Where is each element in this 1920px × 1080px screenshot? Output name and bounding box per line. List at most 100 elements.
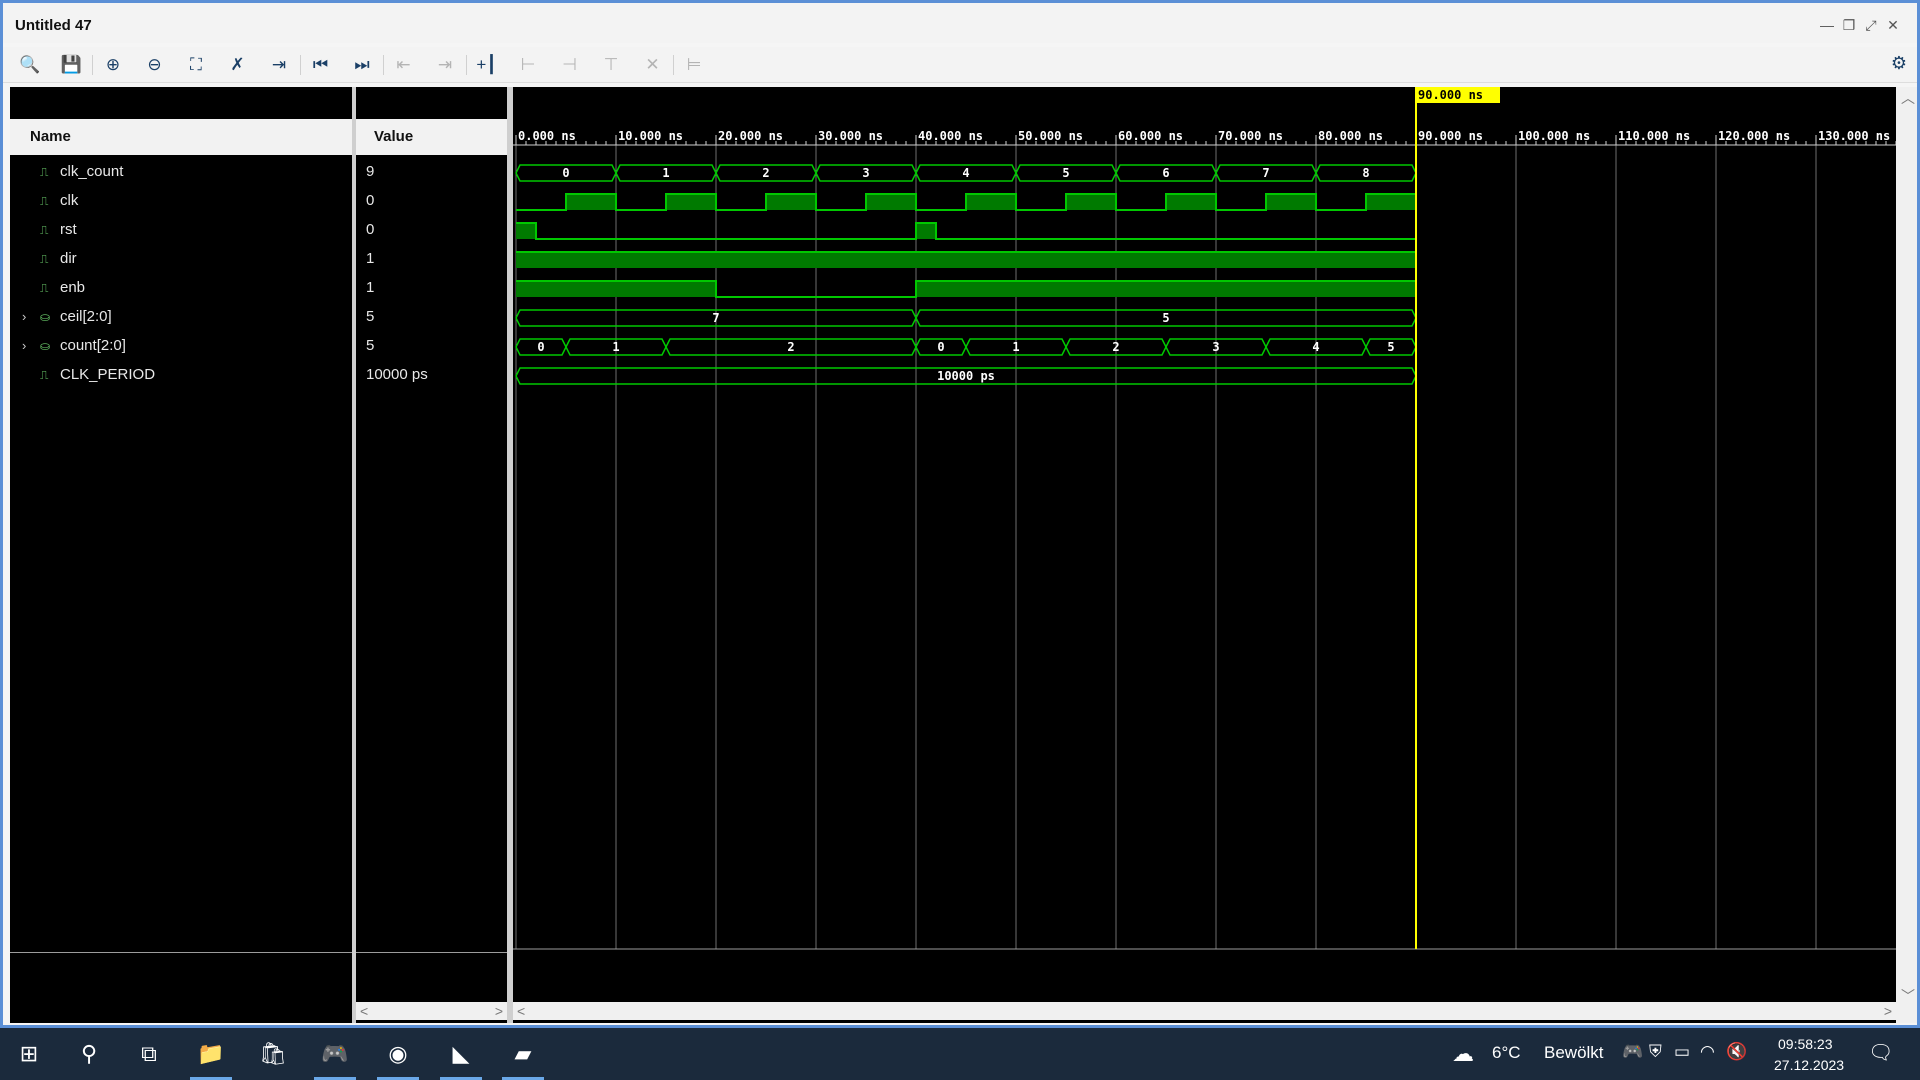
gear-icon[interactable]: ⚙ — [1891, 53, 1907, 74]
weather-cloud-icon[interactable]: ☁ — [1452, 1041, 1474, 1067]
maximize-button[interactable]: ⤢ — [1861, 17, 1881, 33]
task-view-icon[interactable]: ⧉ — [126, 1034, 172, 1074]
scroll-right-icon[interactable]: > — [495, 1002, 503, 1020]
scroll-left-icon[interactable]: < — [360, 1002, 368, 1020]
name-column-header[interactable]: Name — [10, 119, 352, 155]
zoom-in-icon[interactable]: ⊕ — [100, 53, 126, 77]
toolbar-separator — [299, 55, 301, 75]
save-icon[interactable]: 💾 — [59, 53, 85, 77]
signal-value: 1 — [366, 250, 375, 267]
time-tick-label: 30.000 ns — [818, 129, 883, 143]
signal-name: enb — [60, 279, 86, 296]
bus-value-label: 1 — [1012, 340, 1019, 354]
bus-signal-icon: ⛀ — [40, 339, 51, 353]
discord-tray-icon[interactable]: 🎮 — [1622, 1042, 1643, 1062]
weather-desc[interactable]: Bewölkt — [1544, 1043, 1604, 1063]
signal-row-count20[interactable]: ⛀ count[2:0] — [40, 331, 126, 360]
name-pane: Name ⎍ clk_count ⎍ clk ⎍ rst ⎍ dir ⎍ enb ⛀ ceil[2:0… — [10, 87, 352, 1023]
waveform-canvas[interactable]: 0.000 ns 10.000 ns 20.000 ns 30.000 ns 40.00… — [513, 87, 1897, 1023]
next-transition-icon[interactable]: ⇥ — [432, 53, 458, 77]
signal-row-enb[interactable]: ⎍ enb — [40, 273, 85, 302]
time-tick-label: 130.000 ns — [1818, 129, 1890, 143]
next-marker-icon[interactable]: ⊣ — [557, 53, 583, 77]
signal-name: count[2:0] — [60, 337, 126, 354]
value-column-header[interactable]: Value — [356, 119, 507, 155]
signal-row-dir[interactable]: ⎍ dir — [40, 244, 77, 273]
time-tick-label: 110.000 ns — [1618, 129, 1690, 143]
bus-value-label: 0 — [562, 166, 569, 180]
snap-icon[interactable]: ⊨ — [681, 53, 707, 77]
prev-marker-icon[interactable]: ⊢ — [515, 53, 541, 77]
signal-row-ceil20[interactable]: ⛀ ceil[2:0] — [40, 302, 112, 331]
bus-value-label: 4 — [962, 166, 969, 180]
discord-icon[interactable]: 🎮 — [312, 1034, 358, 1080]
system-tray: ☁ 6°C Bewölkt 🎮 ⛨ ▭ ◠ 🔇 09:58:23 27.12.2… — [1452, 1028, 1920, 1080]
bit-high-fill — [516, 223, 536, 239]
go-to-end-icon[interactable]: ⏭ — [349, 53, 375, 77]
wifi-icon[interactable]: ◠ — [1700, 1042, 1715, 1062]
signal-value: 0 — [366, 221, 375, 238]
swap-cursors-icon[interactable]: ⊤ — [598, 53, 624, 77]
clock-time[interactable]: 09:58:23 — [1778, 1036, 1833, 1052]
restore-button[interactable]: ❐ — [1839, 17, 1859, 33]
bus-value-label: 7 — [1262, 166, 1269, 180]
battery-icon[interactable]: ▭ — [1674, 1042, 1690, 1062]
pane-divider — [356, 952, 507, 953]
bit-high-fill — [866, 194, 916, 210]
scroll-down-icon[interactable]: ﹀ — [1901, 987, 1915, 1005]
waveform-hscrollbar[interactable]: < > — [513, 1002, 1896, 1020]
prev-transition-icon[interactable]: ⇤ — [391, 53, 417, 77]
zoom-out-icon[interactable]: ⊖ — [142, 53, 168, 77]
waveform-svg[interactable]: 0.000 ns 10.000 ns 20.000 ns 30.000 ns 40.00… — [513, 87, 1897, 1023]
zoom-fit-icon[interactable]: ⛶ — [183, 53, 209, 77]
bus-value-label: 0 — [537, 340, 544, 354]
amd-vivado-icon[interactable]: ◣ — [438, 1034, 484, 1080]
scalar-signal-icon: ⎍ — [40, 281, 49, 295]
scroll-up-icon[interactable]: ︿ — [1901, 89, 1915, 107]
signal-row-clk[interactable]: ⎍ clk — [40, 186, 78, 215]
signal-value: 1 — [366, 279, 375, 296]
time-tick-label: 50.000 ns — [1018, 129, 1083, 143]
bus-value-label: 6 — [1162, 166, 1169, 180]
time-tick-label: 10.000 ns — [618, 129, 683, 143]
signal-name: clk — [60, 192, 79, 209]
scroll-left-icon[interactable]: < — [517, 1002, 525, 1020]
chrome-icon[interactable]: ◉ — [375, 1034, 421, 1080]
scroll-right-icon[interactable]: > — [1884, 1002, 1892, 1020]
notifications-icon[interactable]: 🗨 — [1868, 1040, 1893, 1065]
add-marker-icon[interactable]: +┃ — [474, 53, 500, 77]
minimize-button[interactable]: — — [1817, 17, 1837, 33]
clock-date[interactable]: 27.12.2023 — [1774, 1057, 1844, 1073]
weather-temp[interactable]: 6°C — [1492, 1043, 1521, 1063]
time-tick-label: 40.000 ns — [918, 129, 983, 143]
document-viewer-icon[interactable]: ▰ — [500, 1034, 546, 1080]
search-icon[interactable]: 🔍 — [17, 53, 43, 77]
value-hscrollbar[interactable]: < > — [356, 1002, 507, 1020]
time-tick-label: 0.000 ns — [518, 129, 576, 143]
bus-value-label: 8 — [1362, 166, 1369, 180]
time-tick-label: 120.000 ns — [1718, 129, 1790, 143]
go-to-start-icon[interactable]: ⏮ — [308, 53, 334, 77]
signal-name: dir — [60, 250, 77, 267]
signal-row-clkcount[interactable]: ⎍ clk_count — [40, 157, 123, 186]
microsoft-store-icon[interactable]: 🛍 — [250, 1034, 296, 1074]
windows-start-icon[interactable]: ⊞ — [6, 1034, 52, 1074]
expand-chevron-icon[interactable]: › — [22, 309, 26, 324]
security-icon[interactable]: ⛨ — [1649, 1042, 1662, 1062]
waveform-vscrollbar[interactable]: ︿ ﹀ — [1896, 87, 1917, 1023]
signal-row-clkperiod[interactable]: ⎍ CLK_PERIOD — [40, 360, 155, 389]
bus-value-label: 5 — [1387, 340, 1394, 354]
go-to-cursor-icon[interactable]: ⇥ — [266, 53, 292, 77]
toolbar-separator — [382, 55, 384, 75]
expand-chevron-icon[interactable]: › — [22, 338, 26, 353]
search-icon[interactable]: ⚲ — [66, 1034, 112, 1074]
bus-value-label: 5 — [1162, 311, 1169, 325]
close-button[interactable]: ✕ — [1883, 17, 1903, 33]
scalar-signal-icon: ⎍ — [40, 223, 49, 237]
scalar-signal-icon: ⎍ — [40, 252, 49, 266]
file-explorer-icon[interactable]: 📁 — [188, 1034, 234, 1080]
delete-icon[interactable]: ✕ — [640, 53, 666, 77]
volume-muted-icon[interactable]: 🔇 — [1726, 1042, 1747, 1062]
cursor-icon[interactable]: ✗ — [225, 53, 251, 77]
signal-row-rst[interactable]: ⎍ rst — [40, 215, 77, 244]
